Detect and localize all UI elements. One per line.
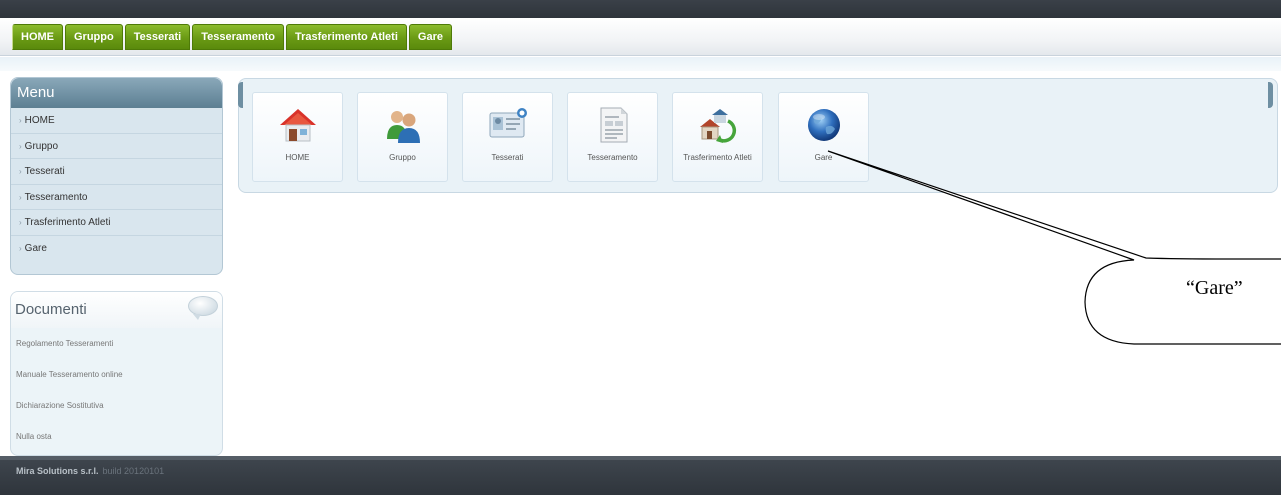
footer-company-name: Mira Solutions s.r.l. [16, 466, 99, 476]
callout-annotation [827, 150, 1281, 345]
footer-company: Mira Solutions s.r.l. build 20120101 [16, 466, 164, 476]
footer: Mira Solutions s.r.l. build 20120101 [0, 456, 1281, 495]
footer-build: build 20120101 [102, 466, 165, 476]
callout-label: “Gare” [1186, 277, 1243, 299]
